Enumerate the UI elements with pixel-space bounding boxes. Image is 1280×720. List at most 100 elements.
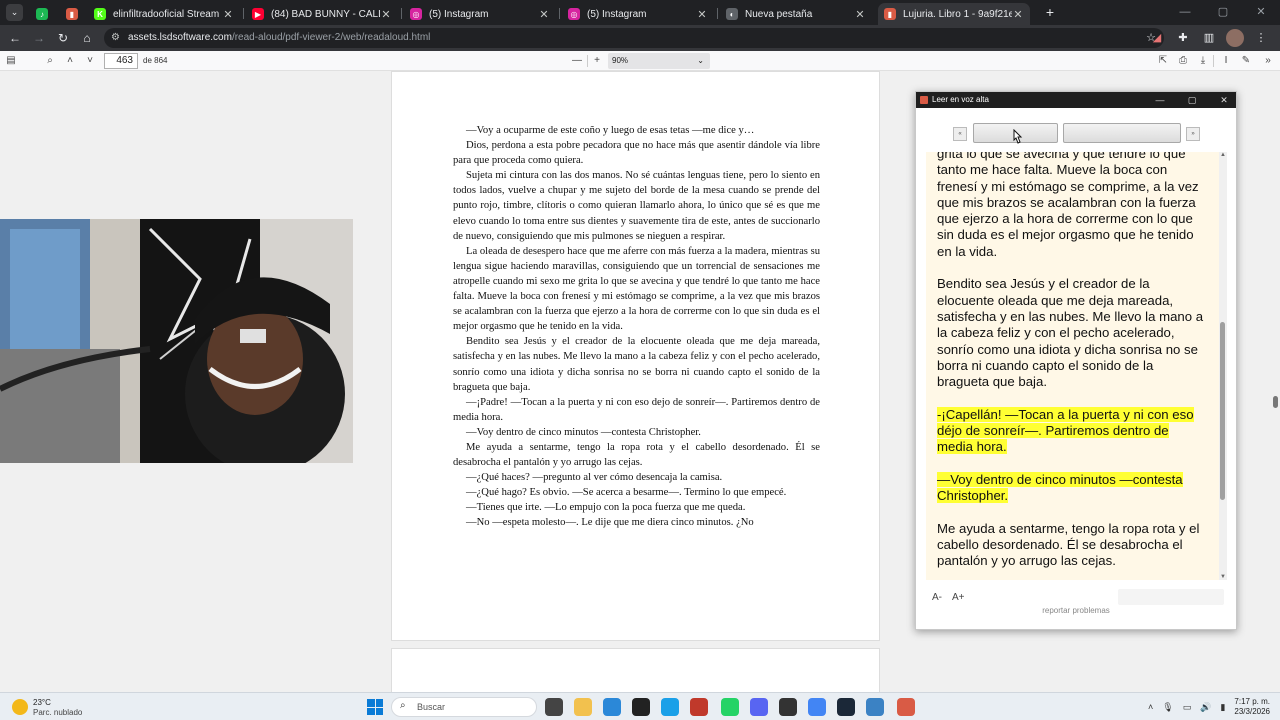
extension-icon[interactable]: ◢ xyxy=(1148,29,1166,47)
scrollbar-thumb[interactable] xyxy=(1220,322,1225,500)
photos-icon[interactable] xyxy=(603,698,621,716)
report-problems-link[interactable]: reportar problemas xyxy=(916,606,1236,615)
battery-icon[interactable]: ▮ xyxy=(1220,702,1225,713)
start-button[interactable] xyxy=(367,699,383,715)
sidepanel-icon[interactable]: ▥ xyxy=(1200,29,1218,47)
tab-1[interactable]: ▶ (84) BAD BUNNY - CALLAÍTA (C...✕ xyxy=(246,3,398,25)
app-dark-icon[interactable] xyxy=(779,698,797,716)
clock[interactable]: 7:17 p. m. 23/3/2026 xyxy=(1234,697,1270,717)
extensions-puzzle-icon[interactable]: ✚ xyxy=(1174,29,1192,47)
print-icon[interactable]: ⎙ xyxy=(1175,53,1191,69)
tab-favicon-icon: ◎ xyxy=(410,8,422,20)
page-paragraph: —No —espeta molesto—. Le dije que me die… xyxy=(466,517,754,529)
tab-favicon-icon: ▮ xyxy=(884,8,896,20)
tab-close-icon[interactable]: ✕ xyxy=(538,8,550,21)
page-paragraph: Sujeta mi cintura con las dos manos. No … xyxy=(453,170,820,242)
tab-0[interactable]: Kelinfiltradooficial Stream - Wat...✕ xyxy=(88,3,240,25)
stop-button[interactable] xyxy=(1063,123,1181,143)
read-aloud-window[interactable]: Leer en voz alta — ▢ ✕ « » grita lo que … xyxy=(915,91,1237,630)
back-icon[interactable]: ← xyxy=(6,29,24,47)
tab-close-icon[interactable]: ✕ xyxy=(380,8,392,21)
file-explorer-icon[interactable] xyxy=(574,698,592,716)
microphone-icon[interactable]: 🎙 xyxy=(1162,702,1173,713)
page-total: de 864 xyxy=(143,56,168,65)
tab-favicon-icon: K xyxy=(94,8,106,20)
site-info-icon[interactable]: ⚙ xyxy=(111,31,124,44)
home-icon[interactable]: ⌂ xyxy=(78,29,96,47)
maximize-icon[interactable]: ▢ xyxy=(1180,92,1204,108)
app-blue-icon[interactable] xyxy=(866,698,884,716)
draw-icon[interactable]: ✎ xyxy=(1238,53,1254,69)
address-bar[interactable]: ⚙ assets.lsdsoftware.com/read-aloud/pdf-… xyxy=(104,28,1164,48)
webcam-overlay xyxy=(0,219,353,463)
chevron-up-icon[interactable]: ˄ xyxy=(1148,702,1153,712)
page-paragraph: —¿Qué hago? Es obvio. —Se acerca a besar… xyxy=(466,487,787,499)
read-aloud-text-area[interactable]: grita lo que se avecina y que tendré lo … xyxy=(926,152,1219,580)
tab-2[interactable]: ◎ (5) Instagram ✕ xyxy=(404,3,556,25)
taskbar-search[interactable]: ⌕ Buscar xyxy=(391,697,537,717)
text-cursor-icon[interactable]: I xyxy=(1218,53,1234,69)
tab-close-icon[interactable]: ✕ xyxy=(1012,8,1024,21)
presentation-mode-icon[interactable]: ⇱ xyxy=(1155,53,1171,69)
discord-icon[interactable] xyxy=(750,698,768,716)
menu-kebab-icon[interactable]: ⋮ xyxy=(1252,29,1270,47)
previous-page-icon[interactable]: ˄ xyxy=(62,53,78,69)
page-paragraph: —¿Qué haces? —pregunto al ver cómo desen… xyxy=(466,472,723,484)
tab-3[interactable]: ◎ (5) Instagram ✕ xyxy=(562,3,714,25)
font-decrease-button[interactable]: A- xyxy=(932,592,942,603)
maximize-icon[interactable]: ▢ xyxy=(1204,0,1242,25)
tab-search-icon[interactable]: ⌄ xyxy=(6,4,23,21)
close-window-icon[interactable]: ✕ xyxy=(1242,0,1280,25)
download-icon[interactable]: ⤓ xyxy=(1195,53,1211,69)
search-icon: ⌕ xyxy=(400,700,406,711)
tab-pinned-app[interactable]: ▮ xyxy=(60,3,88,25)
page-paragraph: —Tienes que irte. —Lo empujo con la poca… xyxy=(466,502,746,514)
rewind-button[interactable]: « xyxy=(953,127,967,141)
page-number-input[interactable]: 463 xyxy=(104,53,138,69)
highlighted-paragraph: —Voy dentro de cinco minutos —contesta C… xyxy=(937,471,1205,505)
clock-time: 7:17 p. m. xyxy=(1234,697,1270,706)
viewer-scrollbar[interactable] xyxy=(1273,396,1278,408)
more-tools-icon[interactable]: » xyxy=(1260,53,1276,69)
edge-icon[interactable] xyxy=(661,698,679,716)
whatsapp-icon[interactable] xyxy=(721,698,739,716)
voice-selector[interactable] xyxy=(1118,589,1224,605)
forward-button[interactable]: » xyxy=(1186,127,1200,141)
app-icon: ▮ xyxy=(66,8,78,20)
network-icon[interactable]: ▭ xyxy=(1183,702,1192,713)
close-icon[interactable]: ✕ xyxy=(1212,92,1236,108)
tab-close-icon[interactable]: ✕ xyxy=(854,8,866,21)
zoom-out-button[interactable]: — xyxy=(569,53,585,69)
sidebar-toggle-icon[interactable]: ▤ xyxy=(3,53,19,69)
tab-close-icon[interactable]: ✕ xyxy=(696,8,708,21)
reload-icon[interactable]: ↻ xyxy=(54,29,72,47)
steam-icon[interactable] xyxy=(837,698,855,716)
volume-icon[interactable]: 🔊 xyxy=(1200,702,1211,713)
page-paragraph: —Voy a ocuparme de este coño y luego de … xyxy=(466,125,755,136)
find-icon[interactable]: ⌕ xyxy=(42,53,58,69)
next-page-icon[interactable]: ˅ xyxy=(82,53,98,69)
font-increase-button[interactable]: A+ xyxy=(952,592,965,603)
reader-text: Me ayuda a sentarme, tengo la ropa rota … xyxy=(937,520,1200,569)
chrome-icon[interactable] xyxy=(808,698,826,716)
read-aloud-titlebar[interactable]: Leer en voz alta — ▢ ✕ xyxy=(916,92,1236,108)
minimize-icon[interactable]: — xyxy=(1148,92,1172,108)
mouse-cursor-icon xyxy=(1013,129,1023,144)
weather-widget[interactable]: 23°C Parc. nublado xyxy=(12,697,122,717)
new-tab-button[interactable]: + xyxy=(1042,4,1058,20)
read-aloud-icon[interactable] xyxy=(897,698,915,716)
capcut-icon[interactable] xyxy=(632,698,650,716)
app-red-icon[interactable] xyxy=(690,698,708,716)
forward-icon[interactable]: → xyxy=(30,29,48,47)
task-view-icon[interactable] xyxy=(545,698,563,716)
profile-avatar[interactable] xyxy=(1226,29,1244,47)
read-aloud-scrollbar[interactable]: ▲ ▼ xyxy=(1219,152,1227,580)
tab-close-icon[interactable]: ✕ xyxy=(222,8,234,21)
zoom-in-button[interactable]: + xyxy=(589,53,605,69)
tab-pinned-spotify[interactable]: ♪ xyxy=(30,3,58,25)
tab-5[interactable]: ▮ Lujuria. Libro 1 - 9a9f21e5-01d...✕ xyxy=(878,3,1030,25)
tab-4[interactable]: ◐ Nueva pestaña ✕ xyxy=(720,3,872,25)
minimize-icon[interactable]: — xyxy=(1166,0,1204,25)
screen: ⌄ ♪ ▮ Kelinfiltradooficial Stream - Wat.… xyxy=(0,0,1280,720)
zoom-select[interactable]: 90% ⌄ xyxy=(608,53,710,69)
